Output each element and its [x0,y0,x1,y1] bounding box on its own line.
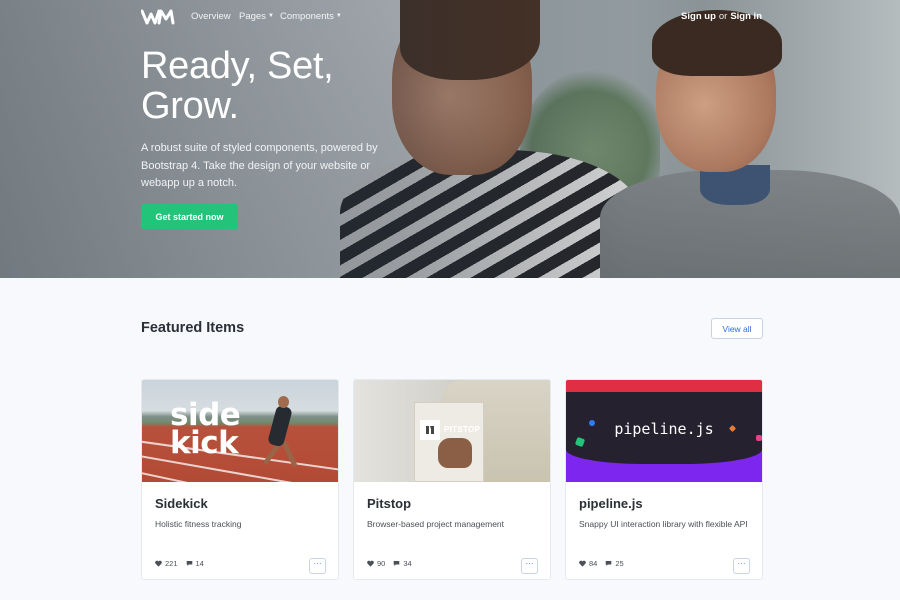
hero-overlay [0,0,900,278]
likes-stat: 84 [579,559,597,568]
hero-title-line-2: Grow. [141,85,239,127]
likes-count: 221 [165,559,178,568]
pitstop-brand-text: PITSTOP [444,425,481,434]
auth-links: Sign up or Sign in [681,11,762,22]
card-image-pipeline: pipeline.js [566,380,762,482]
card-description: Snappy UI interaction library with flexi… [579,519,748,529]
card-pipeline[interactable]: pipeline.js pipeline.js Snappy UI intera… [565,379,763,580]
comments-stat: 25 [605,559,624,568]
likes-stat: 90 [367,559,385,568]
card-pitstop[interactable]: PITSTOP Pitstop Browser-based project ma… [353,379,551,580]
card-description: Holistic fitness tracking [155,519,242,529]
comments-count: 14 [195,559,204,568]
pipeline-logo-text: pipeline.js [614,420,714,438]
more-options-button[interactable]: ··· [309,558,326,574]
sign-in-link[interactable]: Sign in [730,11,762,22]
card-image-pitstop: PITSTOP [354,380,550,482]
comment-icon [186,561,192,566]
nav-link-components-label: Components [280,11,334,22]
nav-link-pages[interactable]: Pages ▼ [239,11,274,22]
hero-banner: Overview Pages ▼ Components ▼ Sign up or Sig… [0,0,900,278]
pitstop-logo-icon [420,420,440,440]
heart-icon [367,560,374,567]
runner-head [278,396,289,408]
heart-icon [155,560,162,567]
more-options-button[interactable]: ··· [733,558,750,574]
auth-separator: or [718,11,728,22]
more-options-button[interactable]: ··· [521,558,538,574]
sidekick-logo-word-2: kick [170,425,239,461]
brand-logo-icon[interactable] [141,9,175,25]
comment-icon [394,561,400,566]
card-title[interactable]: Sidekick [155,496,208,511]
card-title[interactable]: Pitstop [367,496,411,511]
section-title: Featured Items [141,320,245,336]
sign-up-link[interactable]: Sign up [681,11,716,22]
likes-count: 90 [377,559,386,568]
view-all-button[interactable]: View all [711,318,763,339]
nav-link-overview[interactable]: Overview [191,11,231,22]
likes-count: 84 [589,559,598,568]
nav-link-pages-label: Pages [239,11,266,22]
comment-icon [606,561,612,566]
comments-stat: 34 [393,559,412,568]
runner-figure [267,404,293,448]
card-sidekick[interactable]: side kick Sidekick Holistic fitness trac… [141,379,339,580]
comments-count: 25 [615,559,624,568]
card-title[interactable]: pipeline.js [579,496,643,511]
card-stats: 84 25 [579,559,632,568]
get-started-button[interactable]: Get started now [141,204,238,229]
card-description: Browser-based project management [367,519,505,529]
hero-title-line-1: Ready, Set, [141,45,334,87]
heart-icon [579,560,586,567]
card-image-sidekick: side kick [142,380,338,482]
track-lane-line [142,468,338,482]
pitstop-photo-hand [438,438,472,468]
card-stats: 90 34 [367,559,420,568]
card-stats: 221 14 [155,559,212,568]
comments-stat: 14 [186,559,204,568]
chevron-down-icon: ▼ [335,13,342,19]
comments-count: 34 [403,559,412,568]
hero-title: Ready, Set, Grow. [141,46,441,126]
chevron-down-icon: ▼ [267,13,274,19]
nav-link-overview-label: Overview [191,11,231,22]
nav-link-components[interactable]: Components ▼ [280,11,342,22]
hero-description: A robust suite of styled components, pow… [141,142,378,189]
top-navbar: Overview Pages ▼ Components ▼ Sign up or Sig… [0,0,900,34]
likes-stat: 221 [155,559,178,568]
